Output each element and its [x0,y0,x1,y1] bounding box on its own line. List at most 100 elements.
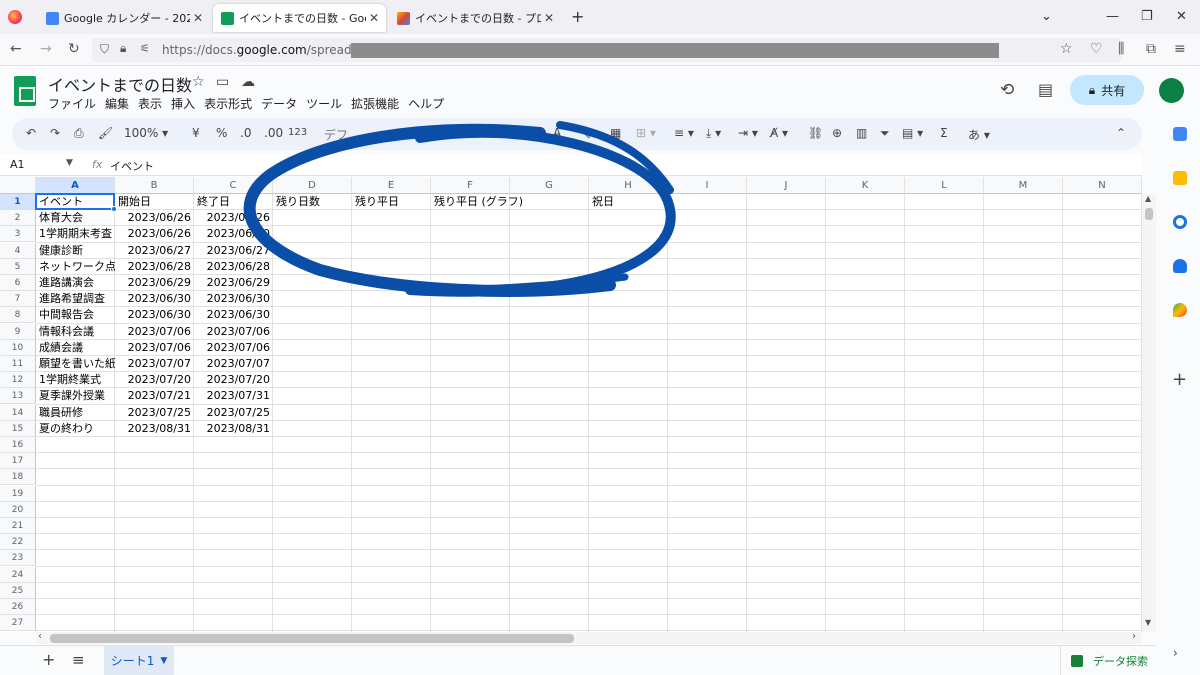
lock-icon[interactable]: 🔒︎ [120,41,126,56]
row-header[interactable]: 7 [0,291,36,308]
event-name-cell[interactable]: 体育大会 [36,210,115,226]
row-header[interactable]: 22 [0,534,36,551]
end-date-cell[interactable]: 2023/07/25 [194,405,273,421]
event-name-cell[interactable]: 1学期期末考査 [36,226,115,242]
column-header-j[interactable]: J [747,177,826,194]
end-date-cell[interactable]: 2023/06/30 [194,291,273,307]
end-date-cell[interactable]: 2023/06/29 [194,275,273,291]
input-tools-button[interactable]: あ ▾ [968,126,990,143]
permissions-icon[interactable]: ⚟ [140,42,150,55]
menu-view[interactable]: 表示 [138,95,162,112]
reload-icon[interactable]: ↻ [68,41,80,57]
scroll-up-icon[interactable]: ▲ [1145,194,1151,203]
fill-color-icon[interactable]: ◈ [584,126,593,140]
column-header-d[interactable]: D [273,177,352,194]
address-bar[interactable]: ⛉ 🔒︎ ⚟ https://docs.google.com/spreadshe… [92,38,1122,62]
insert-link-icon[interactable]: ⛓ [808,126,823,140]
header-cell[interactable]: 開始日 [115,194,194,210]
collapse-toolbar-icon[interactable]: ⌃ [1116,126,1126,140]
row-header[interactable]: 5 [0,258,36,275]
row-header[interactable]: 12 [0,372,36,389]
start-date-cell[interactable]: 2023/06/30 [115,307,194,323]
currency-format-button[interactable]: ¥ [192,126,200,140]
start-date-cell[interactable]: 2023/07/06 [115,340,194,356]
header-cell[interactable]: 残り日数 [273,194,352,210]
tab-list-icon[interactable]: ⌄ [1041,9,1052,24]
column-header-i[interactable]: I [668,177,747,194]
end-date-cell[interactable]: 2023/07/07 [194,356,273,372]
tasks-icon[interactable] [1173,215,1187,229]
end-date-cell[interactable]: 2023/07/06 [194,324,273,340]
row-header[interactable]: 23 [0,550,36,567]
row-header[interactable]: 9 [0,323,36,340]
row-header[interactable]: 27 [0,615,36,632]
event-name-cell[interactable]: 1学期終業式 [36,372,115,388]
filter-icon[interactable]: ⏷ [880,126,890,141]
spreadsheet-grid[interactable]: A B C D E F G H I J K L M N 1 2 3 4 5 6 7 8 9 10 11 12 13 14 15 16 17 1… [0,177,1142,632]
forward-icon[interactable]: → [40,41,52,57]
close-icon[interactable]: ✕ [366,11,382,25]
formula-input[interactable]: イベント [110,158,154,174]
avatar[interactable] [1159,78,1184,103]
browser-tab-sheets[interactable]: イベントまでの日数 - Google スプレ ✕ [213,4,386,32]
minimize-icon[interactable]: — [1106,9,1119,24]
event-name-cell[interactable]: ネットワーク点検 [36,259,115,275]
firefox-menu-icon[interactable] [8,10,22,24]
end-date-cell[interactable]: 2023/06/26 [194,210,273,226]
cloud-status-icon[interactable]: ☁ [241,74,255,90]
start-date-cell[interactable]: 2023/07/20 [115,372,194,388]
end-date-cell[interactable]: 2023/06/27 [194,243,273,259]
chevron-down-icon[interactable]: ▼ [66,158,73,168]
pocket-icon[interactable]: ♡ [1090,41,1103,57]
row-header[interactable]: 3 [0,226,36,243]
start-date-cell[interactable]: 2023/07/25 [115,405,194,421]
event-name-cell[interactable]: 中間報告会 [36,307,115,323]
start-date-cell[interactable]: 2023/06/30 [115,291,194,307]
text-rotation-icon[interactable]: A̸ ▾ [770,126,788,140]
insert-comment-icon[interactable]: ⊕ [832,126,842,140]
end-date-cell[interactable]: 2023/08/31 [194,421,273,437]
undo-icon[interactable]: ↶ [26,126,36,140]
start-date-cell[interactable]: 2023/07/06 [115,324,194,340]
row-header[interactable]: 10 [0,339,36,356]
row-header[interactable]: 6 [0,275,36,291]
text-wrap-icon[interactable]: ⇥ ▾ [738,126,758,140]
chevron-down-icon[interactable]: ▼ [160,656,167,666]
name-box[interactable]: A1 [10,158,25,171]
start-date-cell[interactable]: 2023/06/26 [115,226,194,242]
add-addon-icon[interactable]: + [1172,369,1187,390]
start-date-cell[interactable]: 2023/06/27 [115,243,194,259]
column-header-l[interactable]: L [905,177,984,194]
column-header-m[interactable]: M [984,177,1063,194]
row-header[interactable]: 20 [0,501,36,518]
app-menu-icon[interactable]: ≡ [1174,41,1186,57]
row-header[interactable]: 21 [0,518,36,534]
close-icon[interactable]: ✕ [541,11,557,25]
insert-chart-icon[interactable]: ▥ [856,126,867,140]
restore-icon[interactable]: ❐ [1141,9,1153,24]
filter-views-icon[interactable]: ▤ ▾ [902,126,923,140]
start-date-cell[interactable]: 2023/07/07 [115,356,194,372]
keep-icon[interactable] [1173,171,1187,185]
redo-icon[interactable]: ↷ [50,126,60,140]
start-date-cell[interactable]: 2023/06/29 [115,275,194,291]
horizontal-scrollbar[interactable]: ‹ › [36,631,1142,644]
row-header[interactable]: 13 [0,388,36,405]
paint-format-icon[interactable]: 🖌︎ [98,126,113,140]
merge-cells-icon[interactable]: ⊞ ▾ [636,126,656,140]
end-date-cell[interactable]: 2023/06/30 [194,307,273,323]
library-icon[interactable]: ⫼ [1118,41,1124,57]
column-header-f[interactable]: F [431,177,510,194]
event-name-cell[interactable]: 願望を書いた紙 [36,356,115,372]
column-header-h[interactable]: H [589,177,668,194]
vertical-scrollbar[interactable]: ▲ ▼ [1142,194,1156,632]
move-folder-icon[interactable]: ▭ [216,74,229,90]
scroll-down-icon[interactable]: ▼ [1145,618,1151,627]
row-header[interactable]: 25 [0,582,36,599]
column-header-a[interactable]: A [36,177,115,194]
menu-insert[interactable]: 挿入 [171,95,195,112]
percent-format-button[interactable]: % [216,126,227,140]
horizontal-align-icon[interactable]: ≡ ▾ [674,126,694,140]
sheets-logo-icon[interactable] [14,76,36,106]
header-cell[interactable]: 残り平日 (グラフ) [431,194,589,210]
